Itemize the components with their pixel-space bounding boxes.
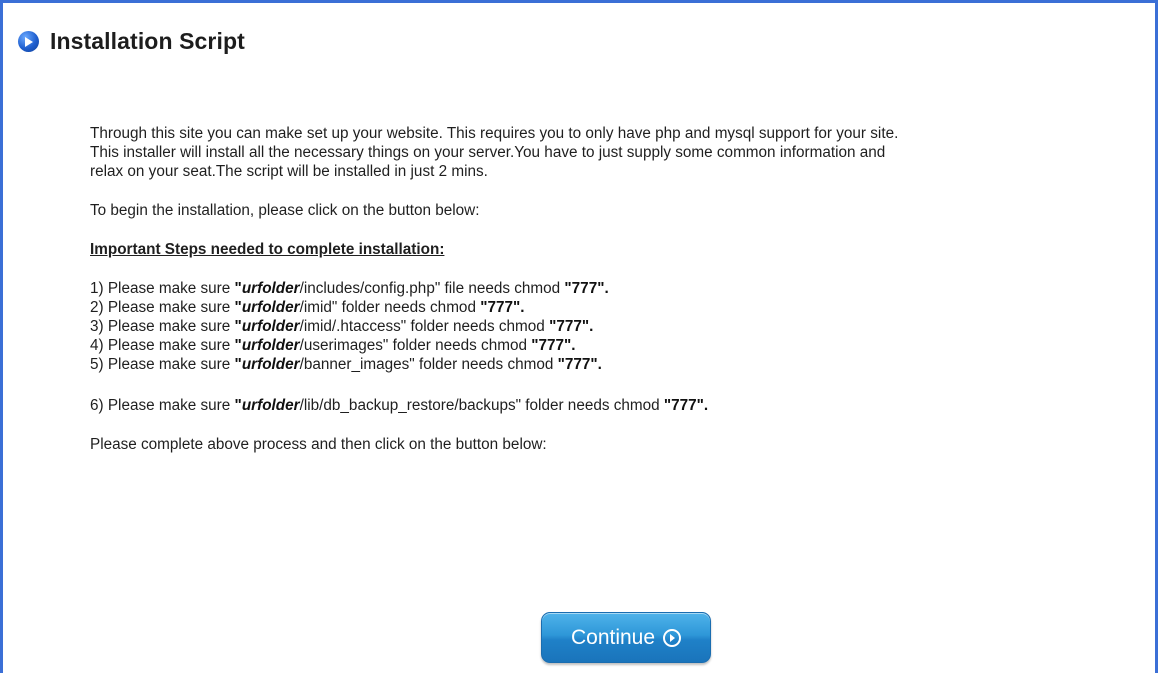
step-item: 4) Please make sure "urfolder/userimages… xyxy=(90,337,576,354)
arrow-right-circle-icon xyxy=(663,628,682,647)
play-circle-icon xyxy=(18,31,39,52)
intro-line-2: This installer will install all the nece… xyxy=(90,144,886,161)
steps-heading: Important Steps needed to complete insta… xyxy=(90,241,445,258)
continue-label: Continue xyxy=(570,625,656,649)
intro-line-1: Through this site you can make set up yo… xyxy=(90,125,899,142)
continue-button[interactable]: Continue xyxy=(541,612,711,663)
intro-line-3: relax on your seat.The script will be in… xyxy=(90,163,488,180)
step-item: 2) Please make sure "urfolder/imid" fold… xyxy=(90,299,525,316)
step-item: 5) Please make sure "urfolder/banner_ima… xyxy=(90,356,602,373)
step-item: 6) Please make sure "urfolder/lib/db_bac… xyxy=(90,397,709,414)
complete-text: Please complete above process and then c… xyxy=(90,436,547,453)
steps-list: 1) Please make sure "urfolder/includes/c… xyxy=(90,279,1152,415)
main-content: Through this site you can make set up yo… xyxy=(90,124,1152,454)
page-title: Installation Script xyxy=(50,28,245,54)
continue-button-wrap: Continue xyxy=(541,612,711,663)
page-header: Installation Script xyxy=(18,28,245,55)
step-item: 1) Please make sure "urfolder/includes/c… xyxy=(90,280,609,297)
step-item: 3) Please make sure "urfolder/imid/.htac… xyxy=(90,318,594,335)
begin-text: To begin the installation, please click … xyxy=(90,202,480,219)
